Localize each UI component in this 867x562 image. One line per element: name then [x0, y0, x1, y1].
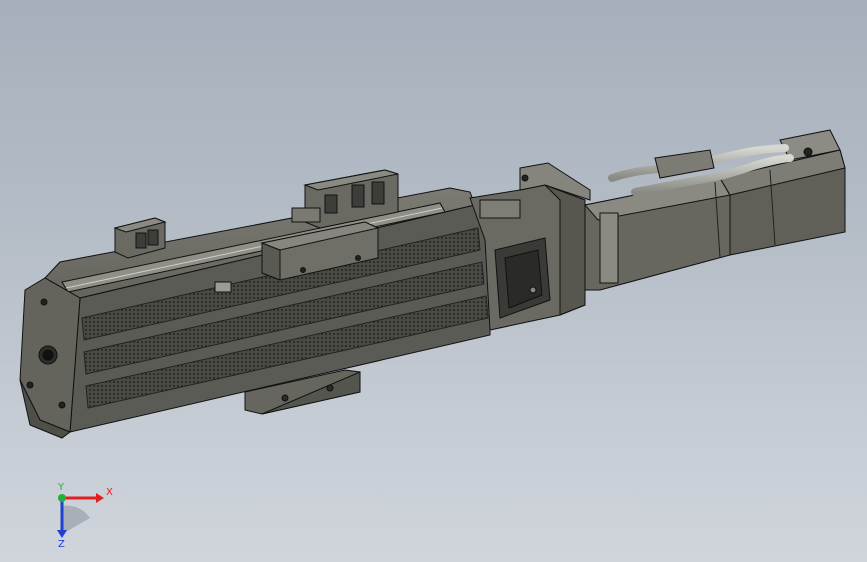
z-axis-head [57, 530, 67, 538]
x-axis-head [96, 493, 104, 503]
coordinate-triad: X Y Z [57, 482, 113, 548]
linear-actuator-model[interactable] [0, 0, 867, 562]
cad-graphics-viewport[interactable]: X Y Z [0, 0, 867, 562]
x-axis-label: X [106, 487, 113, 498]
y-axis-dot [58, 494, 66, 502]
servo-motor [584, 129, 846, 291]
y-axis-label: Y [57, 482, 65, 493]
z-axis-label: Z [58, 539, 65, 548]
triad-plane [62, 505, 90, 534]
